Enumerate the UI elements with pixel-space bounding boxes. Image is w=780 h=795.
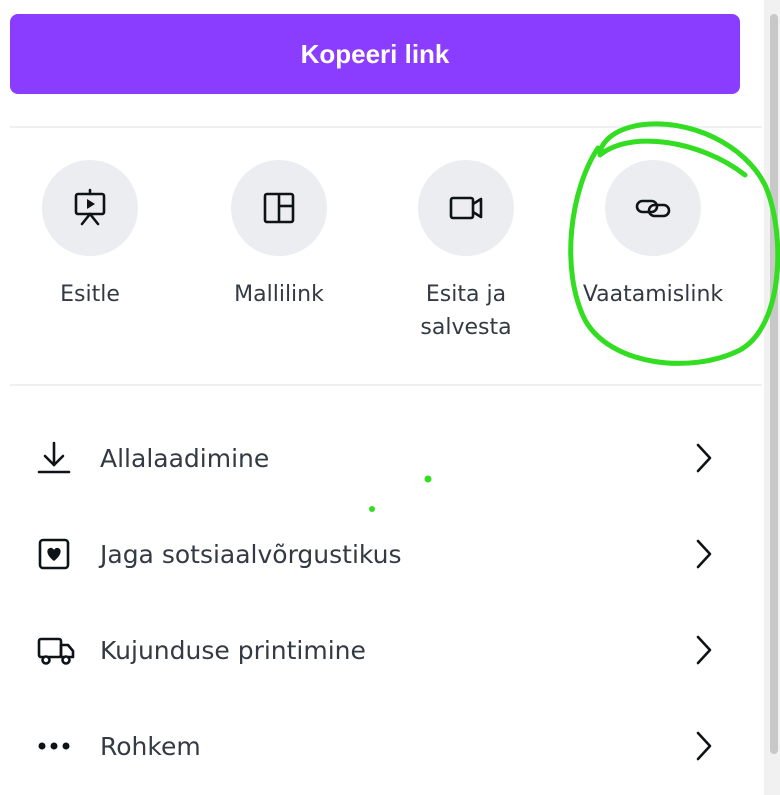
presentation-icon xyxy=(74,188,106,226)
menu-item-share-social[interactable]: Jaga sotsiaalvõrgustikus xyxy=(36,524,716,584)
share-option-label-line1: Esita ja xyxy=(425,282,507,307)
template-link-circle[interactable] xyxy=(231,160,327,256)
template-layout-icon xyxy=(263,192,295,224)
menu-item-label: Allalaadimine xyxy=(100,443,270,473)
share-option-view-link[interactable]: Vaatamislink xyxy=(558,160,748,311)
menu-item-label: Kujunduse printimine xyxy=(100,635,366,665)
share-option-label: Vaatamislink xyxy=(582,282,724,307)
chevron-right-icon xyxy=(696,443,712,473)
share-option-label: Esitle xyxy=(60,282,120,307)
download-icon xyxy=(37,441,71,474)
present-record-circle[interactable] xyxy=(418,160,514,256)
chevron-right-icon xyxy=(696,539,712,569)
chevron-right-icon xyxy=(696,635,712,665)
present-circle[interactable] xyxy=(42,160,138,256)
divider xyxy=(10,126,762,128)
share-option-template-link[interactable]: Mallilink xyxy=(184,160,374,311)
share-option-present[interactable]: Esitle xyxy=(0,160,185,311)
link-icon xyxy=(635,199,671,218)
menu-item-print[interactable]: Kujunduse printimine xyxy=(36,620,716,680)
menu-item-download[interactable]: Allalaadimine xyxy=(36,428,716,488)
share-option-label: Mallilink xyxy=(234,282,324,307)
annotation-dot xyxy=(369,506,375,512)
view-link-circle[interactable] xyxy=(605,160,701,256)
more-dots-icon xyxy=(38,742,70,750)
copy-link-label: Kopeeri link xyxy=(300,38,450,69)
chevron-right-icon xyxy=(696,731,712,761)
social-heart-icon xyxy=(38,538,70,570)
share-option-label: Esita ja salvesta xyxy=(371,278,561,344)
share-option-present-record[interactable]: Esita ja salvesta xyxy=(371,160,561,344)
menu-item-more[interactable]: Rohkem xyxy=(36,716,716,776)
menu-item-label: Jaga sotsiaalvõrgustikus xyxy=(100,539,402,569)
video-camera-icon xyxy=(449,196,483,220)
share-option-label-line2: salvesta xyxy=(420,315,512,340)
menu-item-label: Rohkem xyxy=(100,731,201,761)
delivery-truck-icon xyxy=(37,637,75,665)
divider xyxy=(10,384,762,386)
copy-link-button[interactable]: Kopeeri link xyxy=(10,14,740,94)
scrollbar-thumb[interactable] xyxy=(770,14,778,754)
